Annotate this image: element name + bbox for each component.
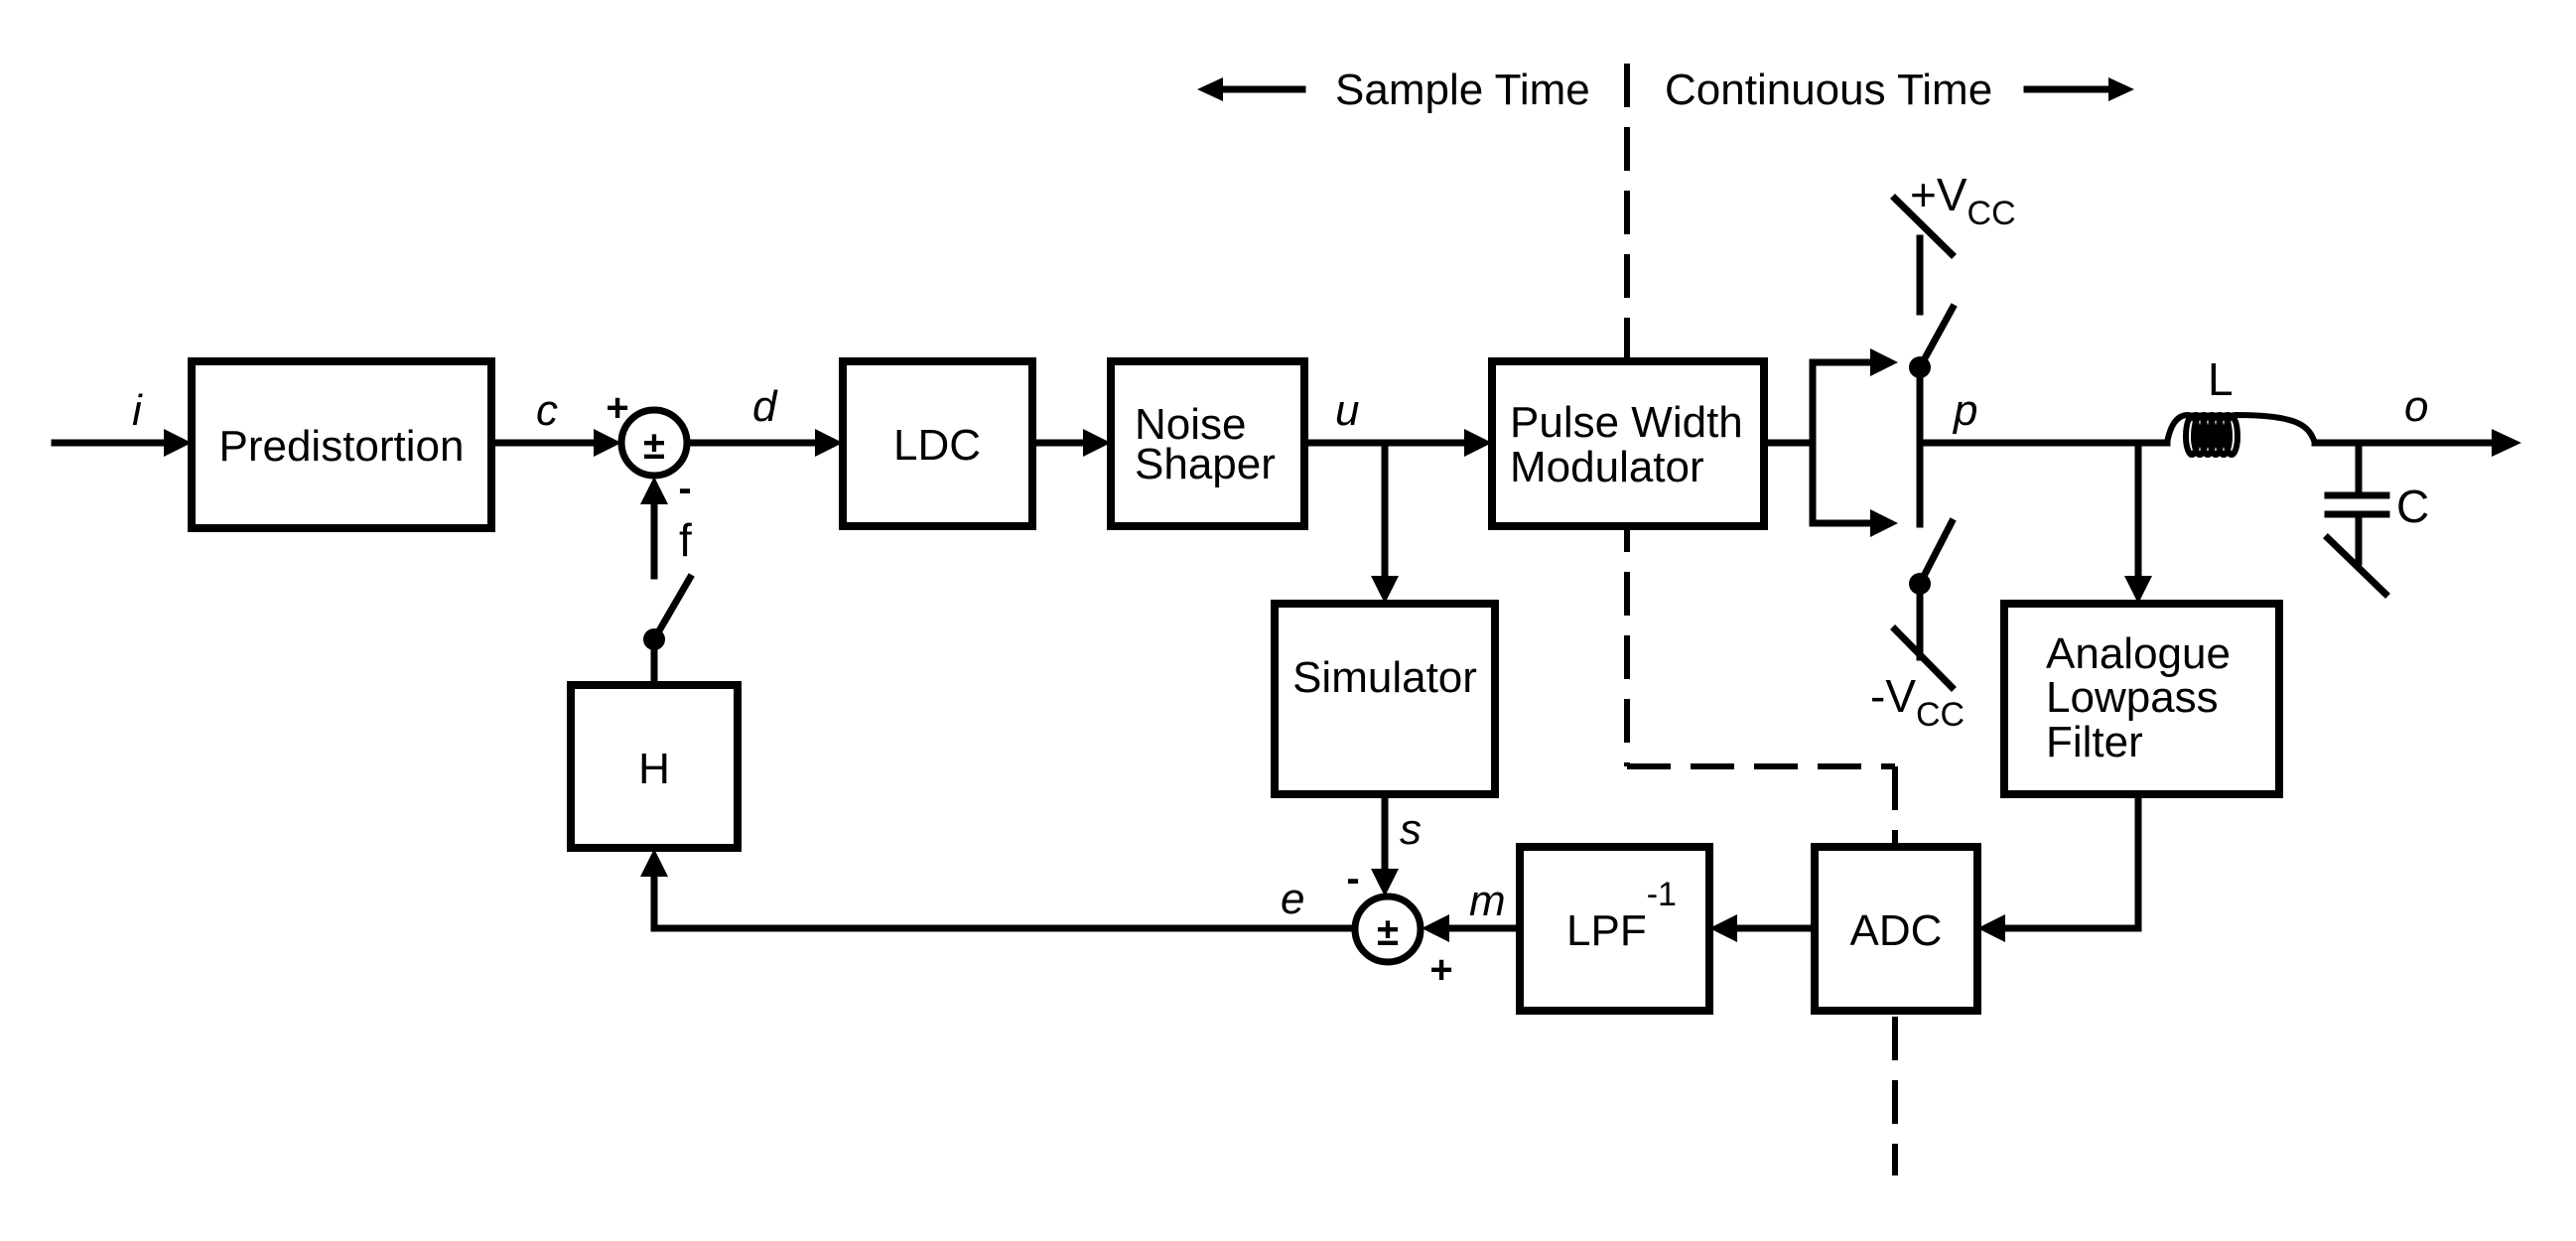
block-predistortion-label: Predistortion	[218, 422, 464, 471]
summer-bottom-symbol: ±	[1377, 910, 1399, 954]
output-arrow-icon	[2492, 429, 2521, 457]
arrow-icon	[1709, 914, 1737, 942]
block-alf-label-line3: Filter	[2046, 718, 2143, 766]
signal-label-f: f	[679, 514, 692, 566]
arrow-icon	[594, 429, 621, 457]
block-adc-label: ADC	[1850, 906, 1943, 955]
arrow-icon	[164, 429, 192, 457]
inductor-label: L	[2208, 353, 2234, 405]
block-analogue-lowpass-filter[interactable]: Analogue Lowpass Filter	[2000, 600, 2283, 798]
arrow-icon	[1870, 348, 1898, 376]
continuous-time-arrow-icon	[2108, 77, 2134, 101]
wire-fork	[1809, 358, 1878, 527]
vcc-neg-label: -VCC	[1870, 670, 1965, 734]
block-diagram: Sample Time Continuous Time i Predistort…	[51, 64, 2521, 1175]
block-simulator-label: Simulator	[1292, 653, 1477, 702]
block-pwm-label-line2: Modulator	[1510, 443, 1704, 491]
signal-label-e: e	[1281, 875, 1304, 923]
arrow-icon	[1422, 914, 1449, 942]
summer-top-plus-sign: +	[606, 386, 628, 430]
block-pwm-label-line1: Pulse Width	[1510, 398, 1743, 447]
arrow-icon	[1870, 509, 1898, 537]
signal-label-d: d	[752, 382, 778, 431]
block-noise-shaper-label-line2: Shaper	[1135, 440, 1276, 488]
header: Sample Time Continuous Time	[1197, 66, 2134, 114]
switch-stage: +VCC -VCC	[1870, 169, 2016, 734]
block-noise-shaper[interactable]: Noise Shaper	[1107, 357, 1308, 530]
summer-top-minus-sign: -	[678, 467, 691, 510]
inductor-icon: L	[2164, 353, 2318, 459]
arrow-icon	[640, 477, 668, 504]
signal-label-u: u	[1335, 386, 1359, 435]
arrow-icon	[815, 429, 843, 457]
arrow-icon	[1464, 429, 1492, 457]
capacitor-label: C	[2396, 481, 2429, 532]
block-pwm[interactable]: Pulse Width Modulator	[1488, 357, 1768, 530]
block-h[interactable]: H	[567, 681, 742, 852]
block-simulator[interactable]: Simulator	[1271, 600, 1499, 798]
summer-bottom-plus-sign: +	[1429, 948, 1452, 992]
arrow-icon	[1371, 576, 1399, 604]
wire-e	[650, 868, 1359, 932]
signal-label-i: i	[132, 386, 143, 435]
vcc-pos-label: +VCC	[1910, 169, 2016, 232]
block-lpf-inverse[interactable]: LPF-1	[1516, 843, 1713, 1015]
arrow-icon	[1371, 869, 1399, 896]
summer-bottom-minus-sign: -	[1346, 857, 1359, 900]
signal-label-c: c	[536, 386, 558, 435]
signal-label-p: p	[1952, 386, 1977, 435]
arrow-icon	[640, 849, 668, 877]
block-h-label: H	[638, 745, 670, 793]
summer-top-symbol: ±	[643, 424, 665, 468]
arrow-icon	[2124, 576, 2152, 604]
block-predistortion[interactable]: Predistortion	[188, 357, 495, 532]
block-ldc[interactable]: LDC	[839, 357, 1036, 530]
arrow-icon	[1083, 429, 1111, 457]
switch-top-blade[interactable]	[1915, 303, 1958, 372]
continuous-time-label: Continuous Time	[1665, 66, 1992, 114]
block-alf-label-line1: Analogue	[2046, 629, 2231, 678]
sample-time-label: Sample Time	[1335, 66, 1590, 114]
block-alf-label-line2: Lowpass	[2046, 673, 2219, 722]
arrow-icon	[1977, 914, 2005, 942]
block-adc[interactable]: ADC	[1811, 843, 1981, 1015]
wire-alf-adc	[1996, 790, 2142, 932]
signal-label-m: m	[1469, 877, 1506, 925]
signal-label-s: s	[1400, 805, 1422, 854]
block-ldc-label: LDC	[893, 421, 981, 470]
sample-time-arrow-icon	[1197, 77, 1223, 101]
switch-bottom-blade[interactable]	[1915, 517, 1957, 589]
feedback-switch-blade[interactable]	[649, 573, 695, 644]
signal-label-o: o	[2404, 382, 2428, 431]
capacitor-icon: C	[2323, 439, 2429, 599]
